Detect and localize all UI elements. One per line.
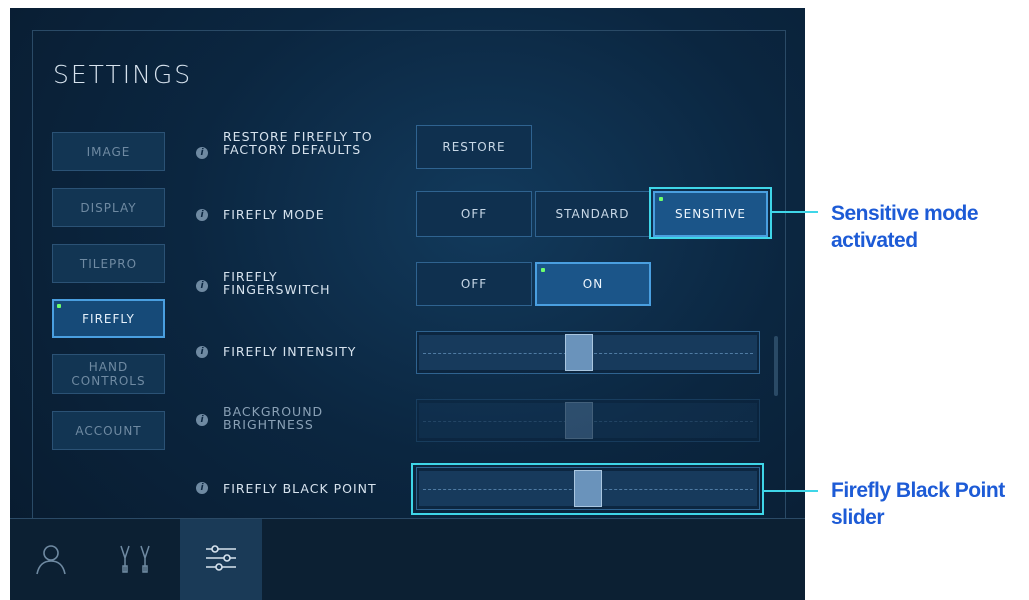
nav-firefly[interactable]: FIREFLY [52, 299, 165, 338]
scrollbar[interactable] [774, 336, 778, 396]
page-title: SETTINGS [53, 60, 193, 89]
sensitive-highlight [649, 187, 772, 239]
info-icon[interactable]: i [196, 147, 208, 159]
sensitive-callout-line [772, 211, 818, 213]
settings-sliders-icon [201, 538, 241, 582]
restore-button[interactable]: RESTORE [416, 125, 532, 169]
instruments-icon [116, 538, 156, 582]
nav-display[interactable]: DISPLAY [52, 188, 165, 227]
tab-user[interactable] [10, 519, 92, 600]
user-icon [31, 538, 71, 582]
intensity-label: FIREFLY INTENSITY [223, 344, 357, 359]
slider-thumb [564, 402, 593, 439]
mode-off-button[interactable]: OFF [416, 191, 532, 237]
background-label: BACKGROUND BRIGHTNESS [223, 404, 324, 432]
blackpoint-highlight [411, 463, 764, 515]
mode-standard-button[interactable]: STANDARD [535, 191, 650, 237]
background-brightness-slider [416, 399, 760, 442]
restore-label: RESTORE FIREFLY TO FACTORY DEFAULTS [223, 129, 373, 157]
info-icon[interactable]: i [196, 280, 208, 292]
info-icon[interactable]: i [196, 482, 208, 494]
sensitive-callout: Sensitive mode activated [831, 202, 979, 252]
fingerswitch-on-label: ON [582, 277, 604, 291]
fingerswitch-label: FIREFLY FINGERSWITCH [223, 269, 331, 297]
nav-label: HAND CONTROLS [71, 360, 146, 388]
intensity-slider[interactable] [416, 331, 760, 374]
tab-settings[interactable] [180, 519, 262, 600]
frame-line-left [32, 30, 33, 518]
frame-line-right [785, 30, 786, 518]
mode-label: FIREFLY MODE [223, 207, 325, 222]
blackpoint-label: FIREFLY BLACK POINT [223, 481, 377, 496]
restore-button-label: RESTORE [442, 140, 506, 154]
nav-label: ACCOUNT [75, 423, 142, 438]
nav-label: DISPLAY [80, 200, 137, 215]
slider-thumb[interactable] [564, 334, 593, 371]
mode-off-label: OFF [460, 207, 488, 221]
nav-tilepro[interactable]: TILEPRO [52, 244, 165, 283]
info-icon[interactable]: i [196, 346, 208, 358]
info-icon[interactable]: i [196, 414, 208, 426]
nav-label: IMAGE [86, 144, 131, 159]
tab-instruments[interactable] [95, 519, 177, 600]
nav-image[interactable]: IMAGE [52, 132, 165, 171]
nav-account[interactable]: ACCOUNT [52, 411, 165, 450]
frame-line-top [32, 30, 785, 31]
bottom-tab-bar [10, 518, 805, 600]
nav-hand-controls[interactable]: HAND CONTROLS [52, 354, 165, 394]
fingerswitch-off-button[interactable]: OFF [416, 262, 532, 306]
fingerswitch-on-button[interactable]: ON [535, 262, 651, 306]
nav-label: FIREFLY [82, 311, 135, 326]
active-led [57, 304, 61, 308]
active-led [541, 268, 545, 272]
info-icon[interactable]: i [196, 209, 208, 221]
blackpoint-callout-line [764, 490, 818, 492]
fingerswitch-off-label: OFF [460, 277, 488, 291]
nav-label: TILEPRO [79, 256, 138, 271]
mode-standard-label: STANDARD [555, 207, 630, 221]
blackpoint-callout: Firefly Black Point slider [831, 479, 1005, 529]
